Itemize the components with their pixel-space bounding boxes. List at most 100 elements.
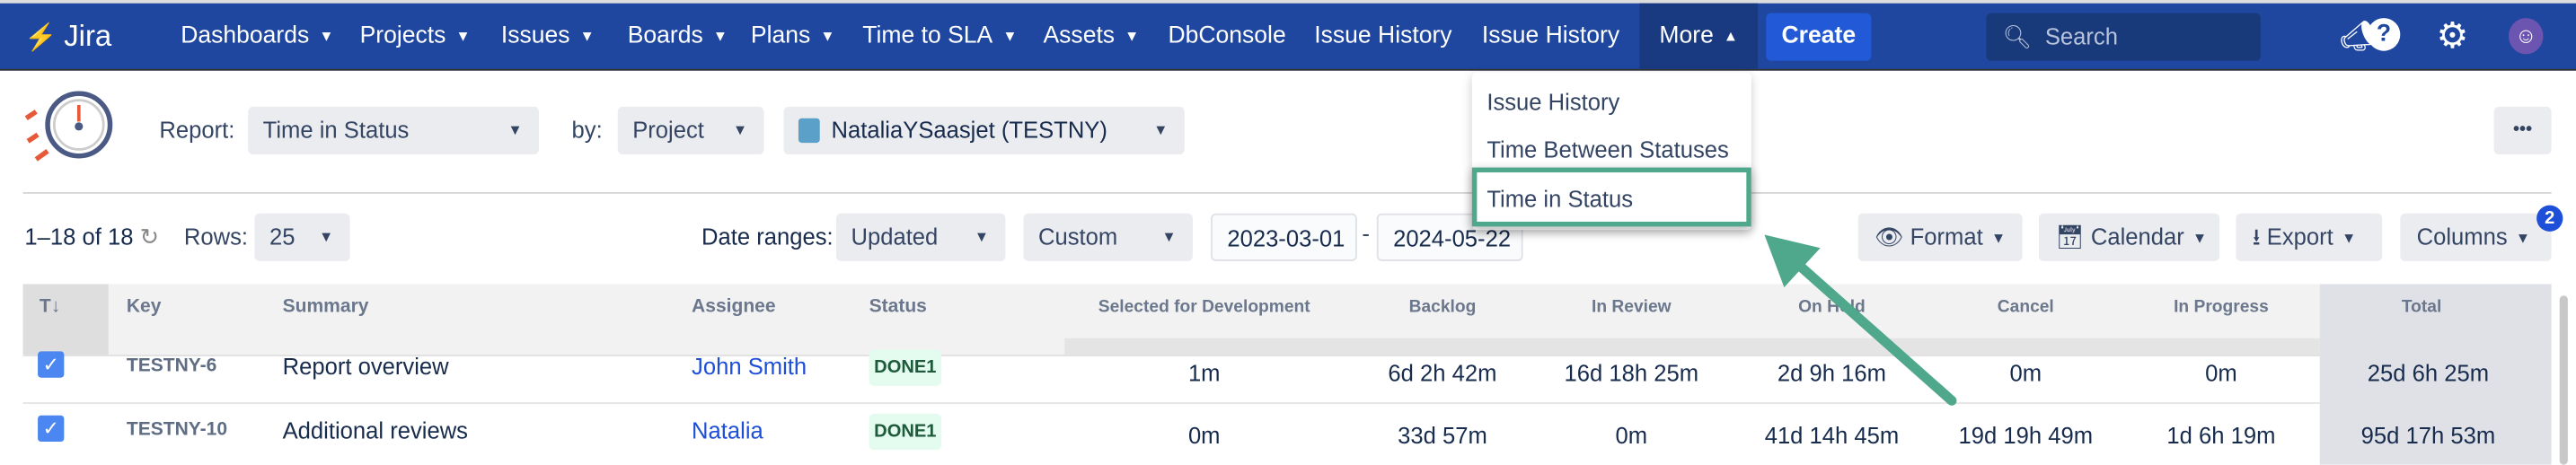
date-mode-select[interactable]: Custom ▼ [1023, 213, 1193, 261]
search-icon: 🔍︎ [2002, 22, 2033, 49]
time-cancel: 0m [2009, 359, 2042, 386]
columns-label: Columns [2416, 223, 2508, 250]
export-button[interactable]: ⭳ Export ▼ [2236, 213, 2383, 261]
nav-label: Projects [359, 22, 446, 49]
issue-key[interactable]: TESTNY-6 [127, 356, 217, 376]
chevron-down-icon: ▼ [732, 121, 748, 138]
header-in-progress[interactable]: In Progress [2174, 297, 2269, 317]
menu-item-issue-history[interactable]: Issue History [1486, 89, 1619, 115]
report-value: Time in Status [262, 116, 410, 144]
nav-label: Issues [500, 22, 570, 49]
nav-time-to-sla[interactable]: Time to SLA ▼ [862, 4, 1017, 69]
vertical-scrollbar[interactable] [2559, 295, 2568, 465]
chevron-down-icon: ▼ [319, 28, 334, 45]
time-on-hold: 41d 14h 45m [1764, 422, 1900, 449]
project-select[interactable]: NataliaYSaasjet (TESTNY) ▼ [783, 106, 1185, 154]
calendar-button[interactable]: 📅︎ Calendar ▼ [2038, 213, 2220, 261]
chevron-down-icon: ▼ [1990, 230, 2007, 247]
chevron-down-icon: ▼ [579, 28, 595, 45]
header-key[interactable]: Key [127, 297, 162, 317]
nav-issue-history[interactable]: Issue History [1314, 4, 1451, 69]
chevron-down-icon: ▼ [1161, 228, 1177, 245]
assignee-link[interactable]: Natalia [692, 417, 763, 443]
menu-item-time-between-statuses[interactable]: Time Between Statuses [1486, 136, 1728, 162]
header-backlog[interactable]: Backlog [1409, 297, 1477, 317]
jira-logo[interactable]: ⚡ Jira [24, 4, 111, 69]
header-status[interactable]: Status [869, 297, 927, 317]
time-in-progress: 1d 6h 19m [2166, 422, 2276, 449]
by-select[interactable]: Project ▼ [617, 106, 764, 154]
help-icon[interactable]: ? [2367, 18, 2401, 51]
chevron-down-icon: ▼ [2341, 230, 2357, 247]
nav-issue-history-2[interactable]: Issue History [1482, 4, 1619, 69]
time-total: 25d 6h 25m [2367, 359, 2490, 386]
chevron-down-icon: ▼ [2192, 230, 2208, 247]
header-summary[interactable]: Summary [283, 297, 369, 317]
nav-label: Assets [1043, 22, 1116, 49]
nav-dashboards[interactable]: Dashboards ▼ [181, 4, 333, 69]
status-badge: DONE1 [869, 413, 942, 451]
header-sort[interactable]: T↓ [40, 297, 60, 317]
rows-select[interactable]: 25 ▼ [254, 213, 350, 261]
header-in-review[interactable]: In Review [1592, 297, 1672, 317]
nav-projects[interactable]: Projects ▼ [360, 4, 471, 69]
time-in-progress: 0m [2205, 359, 2237, 386]
pagination-range: 1–18 of 18 ↻ [24, 214, 159, 261]
caret-down-icon: ▼ [1153, 121, 1169, 138]
more-actions-button[interactable]: ••• [2493, 106, 2552, 154]
header-total[interactable]: Total [2402, 297, 2441, 317]
calendar-icon: 📅︎ [2055, 223, 2085, 250]
date-mode-value: Custom [1037, 223, 1118, 250]
date-ranges-label: Date ranges: [701, 223, 834, 250]
chevron-down-icon: ▼ [712, 28, 728, 45]
time-in-review: 0m [1615, 422, 1648, 449]
highlight-box [1471, 167, 1751, 227]
nav-issues[interactable]: Issues ▼ [501, 4, 595, 69]
header-selected-for-development[interactable]: Selected for Development [1098, 297, 1310, 317]
nav-label: Time to SLA [862, 22, 993, 49]
row-checkbox[interactable]: ✓ [38, 415, 65, 443]
header-cancel[interactable]: Cancel [1998, 297, 2054, 317]
nav-more[interactable]: More ▲ [1639, 3, 1759, 69]
rows-label: Rows: [183, 223, 249, 250]
divider [22, 192, 2552, 194]
nav-dbconsole[interactable]: DbConsole [1168, 4, 1285, 69]
time-backlog: 33d 57m [1398, 422, 1487, 449]
time-backlog: 6d 2h 42m [1388, 359, 1497, 386]
nav-plans[interactable]: Plans ▼ [751, 4, 835, 69]
create-button[interactable]: Create [1766, 13, 1872, 61]
time-in-status-logo-icon [24, 91, 113, 162]
time-selected-for-development: 1m [1187, 359, 1221, 386]
row-checkbox[interactable]: ✓ [38, 351, 65, 378]
nav-boards[interactable]: Boards ▼ [628, 4, 728, 69]
avatar[interactable]: ☺ [2509, 18, 2544, 55]
date-from-input[interactable]: 2023-03-01 [1211, 213, 1357, 261]
chevron-down-icon: ▼ [2515, 230, 2531, 247]
issue-key[interactable]: TESTNY-10 [127, 420, 227, 440]
refresh-icon[interactable]: ↻ [140, 224, 159, 250]
project-avatar-icon [798, 118, 820, 144]
columns-count-badge: 2 [2536, 205, 2563, 232]
assignee-link[interactable]: John Smith [692, 353, 807, 379]
nav-label: Boards [627, 22, 703, 49]
sort-column-header[interactable] [22, 284, 109, 355]
nav-label: Dashboards [181, 22, 310, 49]
report-label: Report: [159, 116, 235, 144]
columns-button[interactable]: Columns ▼ [2400, 213, 2552, 261]
report-select[interactable]: Time in Status ▼ [248, 106, 539, 154]
rows-value: 25 [269, 223, 296, 250]
date-field-select[interactable]: Updated ▼ [836, 213, 1006, 261]
jira-logo-icon: ⚡ [24, 24, 57, 53]
chevron-down-icon: ▼ [318, 228, 334, 245]
header-assignee[interactable]: Assignee [692, 297, 776, 317]
nav-label: Plans [750, 22, 811, 49]
export-label: Export [2266, 223, 2333, 250]
gear-icon[interactable]: ⚙ [2437, 4, 2469, 69]
time-in-review: 16d 18h 25m [1564, 359, 1699, 386]
status-group-band [1064, 338, 2320, 355]
search-input[interactable]: 🔍︎ Search [1986, 13, 2261, 61]
nav-assets[interactable]: Assets ▼ [1043, 4, 1139, 69]
chevron-down-icon: ▼ [820, 28, 835, 45]
range-text: 1–18 of 18 [24, 223, 134, 250]
date-separator: - [1362, 220, 1370, 247]
